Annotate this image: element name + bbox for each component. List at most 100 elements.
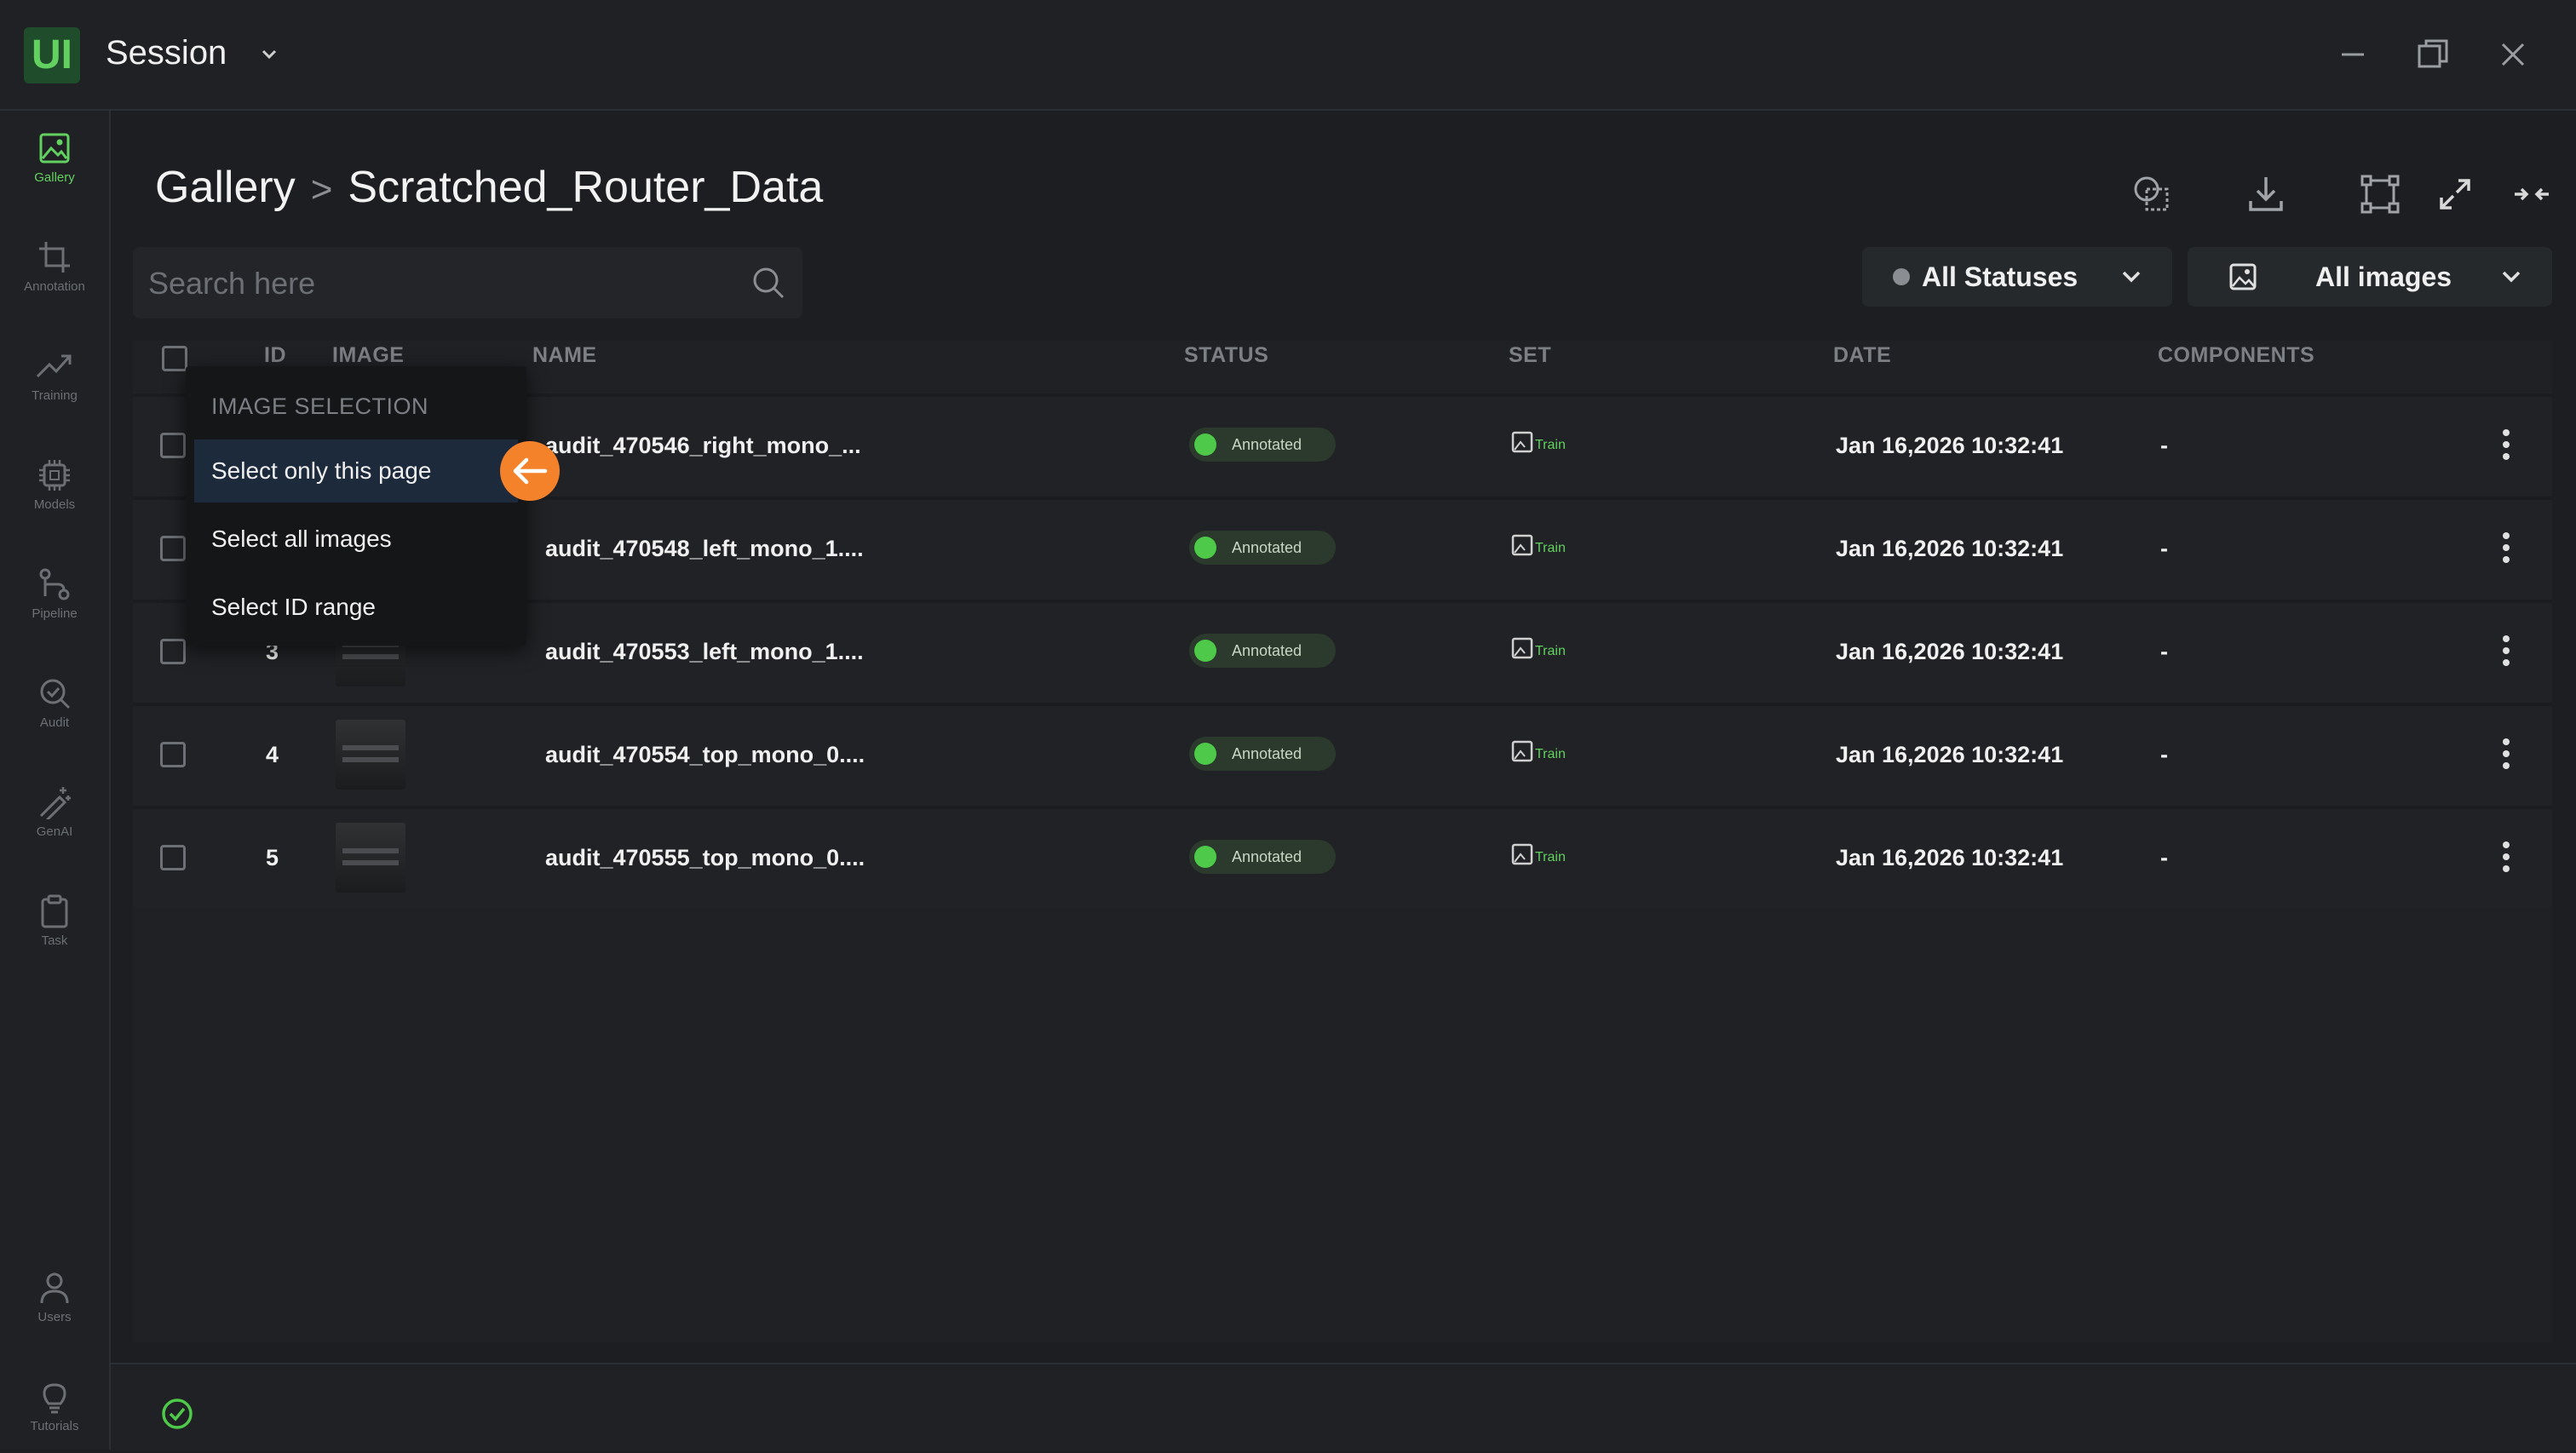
- set-label: Train: [1535, 541, 1566, 555]
- menu-item-select-id-range[interactable]: Select ID range: [194, 576, 518, 639]
- column-header-image: IMAGE: [332, 343, 405, 367]
- sidebar-item-training[interactable]: Training: [0, 329, 109, 422]
- wand-icon: [39, 786, 71, 819]
- menu-title: IMAGE SELECTION: [211, 393, 429, 419]
- close-button[interactable]: [2493, 34, 2533, 75]
- sidebar-item-task[interactable]: Task: [0, 874, 109, 968]
- image-filter-dropdown[interactable]: All images: [2188, 247, 2552, 307]
- sidebar-item-annotation[interactable]: Annotation: [0, 220, 109, 313]
- image-icon: [1511, 740, 1533, 762]
- collapse-icon: [2515, 187, 2549, 201]
- app-logo: UI: [24, 27, 80, 83]
- chevron-down-icon: [2499, 265, 2523, 289]
- select-all-checkbox[interactable]: [162, 346, 187, 371]
- sidebar: Gallery Annotation Training Models Pipel…: [0, 111, 111, 1450]
- menu-item-select-all[interactable]: Select all images: [194, 508, 518, 571]
- search-box: [133, 247, 802, 320]
- sidebar-item-models[interactable]: Models: [0, 438, 109, 531]
- sidebar-item-label: GenAI: [36, 824, 73, 839]
- image-icon: [2228, 262, 2257, 291]
- chevron-down-icon: [2119, 265, 2143, 289]
- sidebar-item-users[interactable]: Users: [0, 1250, 109, 1344]
- image-thumbnail[interactable]: [336, 720, 405, 790]
- row-name[interactable]: audit_470554_top_mono_0....: [545, 742, 865, 768]
- row-name[interactable]: audit_470555_top_mono_0....: [545, 845, 865, 871]
- expand-icon: [2440, 179, 2470, 210]
- menu-item-select-page[interactable]: Select only this page: [194, 439, 518, 503]
- row-id: 4: [266, 742, 279, 767]
- status-filter-dropdown[interactable]: All Statuses: [1862, 247, 2172, 307]
- status-dot-icon: [1194, 640, 1216, 662]
- column-header-id[interactable]: ID: [264, 343, 286, 368]
- row-name[interactable]: audit_470553_left_mono_1....: [545, 639, 864, 665]
- status-dot-icon: [1194, 434, 1216, 456]
- more-options-icon[interactable]: [2489, 831, 2523, 882]
- row-checkbox[interactable]: [160, 845, 186, 870]
- column-header-name[interactable]: NAME: [532, 343, 597, 368]
- status-badge: Annotated: [1189, 737, 1336, 771]
- search-check-icon: [40, 679, 71, 709]
- column-header-status[interactable]: STATUS: [1184, 343, 1268, 368]
- image-filter-label: All images: [2315, 261, 2452, 292]
- download-button[interactable]: [2239, 167, 2293, 221]
- sidebar-item-label: Pipeline: [32, 606, 78, 621]
- table-row[interactable]: 5 audit_470555_top_mono_0.... Annotated …: [133, 806, 2552, 908]
- bounding-box-icon: [2360, 175, 2400, 214]
- sidebar-item-gallery[interactable]: Gallery: [0, 111, 109, 204]
- search-icon[interactable]: [750, 264, 787, 302]
- column-header-set[interactable]: SET: [1509, 343, 1551, 368]
- search-input[interactable]: [147, 247, 729, 320]
- more-options-icon[interactable]: [2489, 728, 2523, 779]
- row-checkbox[interactable]: [160, 433, 186, 458]
- row-name[interactable]: audit_470546_right_mono_...: [545, 433, 861, 459]
- bounding-box-button[interactable]: [2353, 167, 2407, 221]
- set-label: Train: [1535, 438, 1566, 452]
- trend-icon: [36, 354, 72, 377]
- expand-button[interactable]: [2428, 167, 2482, 221]
- restore-button[interactable]: [2412, 34, 2453, 75]
- sidebar-item-tutorials[interactable]: Tutorials: [0, 1359, 109, 1453]
- row-components: -: [2160, 742, 2168, 767]
- compare-button[interactable]: [2125, 167, 2179, 221]
- row-date: Jan 16,2026 10:32:41: [1836, 433, 2064, 458]
- more-options-icon[interactable]: [2489, 625, 2523, 676]
- status-badge: Annotated: [1189, 531, 1336, 565]
- sidebar-item-audit[interactable]: Audit: [0, 656, 109, 749]
- set-label: Train: [1535, 850, 1566, 864]
- image-thumbnail[interactable]: [336, 823, 405, 893]
- row-components: -: [2160, 639, 2168, 664]
- sidebar-item-label: Training: [32, 388, 78, 403]
- set-tag: Train: [1511, 740, 1566, 762]
- status-dot-icon: [1194, 537, 1216, 559]
- row-checkbox[interactable]: [160, 639, 186, 664]
- sidebar-item-pipeline[interactable]: Pipeline: [0, 547, 109, 640]
- crop-icon: [39, 241, 70, 273]
- sidebar-item-label: Models: [33, 497, 76, 512]
- row-components: -: [2160, 845, 2168, 870]
- row-date: Jan 16,2026 10:32:41: [1836, 536, 2064, 561]
- breadcrumb-root[interactable]: Gallery: [155, 163, 296, 212]
- set-tag: Train: [1511, 637, 1566, 659]
- more-options-icon[interactable]: [2489, 419, 2523, 470]
- column-header-components[interactable]: COMPONENTS: [2158, 343, 2314, 368]
- table-row[interactable]: 4 audit_470554_top_mono_0.... Annotated …: [133, 703, 2552, 805]
- title-bar: UI Session: [0, 0, 2576, 111]
- session-title[interactable]: Session: [106, 34, 227, 72]
- check-circle-icon: [160, 1397, 194, 1431]
- row-name[interactable]: audit_470548_left_mono_1....: [545, 536, 864, 562]
- image-icon: [1511, 431, 1533, 453]
- status-badge: Annotated: [1189, 840, 1336, 874]
- row-checkbox[interactable]: [160, 536, 186, 561]
- collapse-button[interactable]: [2504, 167, 2559, 221]
- sidebar-item-label: Audit: [39, 715, 70, 730]
- pipeline-icon: [39, 568, 70, 600]
- clipboard-icon: [41, 894, 68, 928]
- column-header-date[interactable]: DATE: [1833, 343, 1891, 368]
- row-checkbox[interactable]: [160, 742, 186, 767]
- set-tag: Train: [1511, 843, 1566, 865]
- more-options-icon[interactable]: [2489, 522, 2523, 573]
- user-icon: [40, 1272, 69, 1303]
- chevron-down-icon[interactable]: [259, 44, 279, 65]
- sidebar-item-genai[interactable]: GenAI: [0, 765, 109, 859]
- minimize-button[interactable]: [2332, 34, 2373, 75]
